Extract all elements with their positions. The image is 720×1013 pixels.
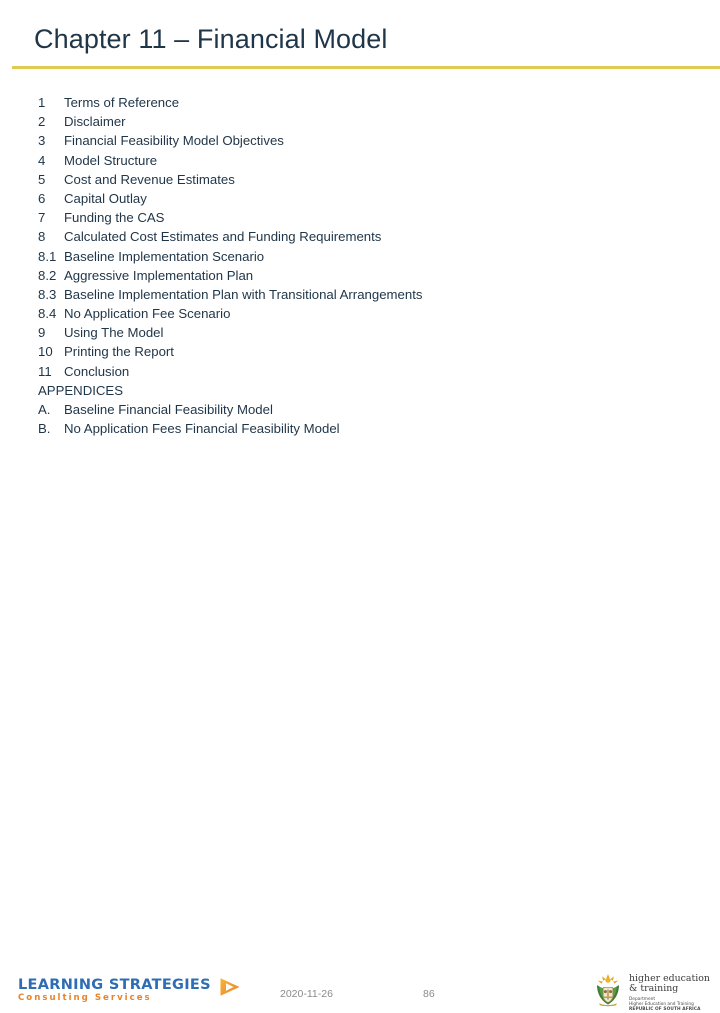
learning-strategies-name: LEARNING STRATEGIES	[18, 977, 211, 993]
contents-row: 6 Capital Outlay	[38, 189, 696, 208]
contents-row-number: 10	[38, 344, 53, 360]
contents-row: 3 Financial Feasibility Model Objectives	[38, 131, 696, 150]
dhet-logo: higher education & training Department H…	[593, 972, 710, 1013]
contents-row-number: 5	[38, 171, 46, 187]
learning-strategies-logo: LEARNING STRATEGIES Consulting Services	[18, 978, 242, 1004]
contents-row-number: 3	[38, 133, 46, 149]
contents-list: 1 Terms of Reference 2 Disclaimer 3 Financial…	[38, 93, 696, 438]
contents-row-number: B.	[38, 421, 51, 437]
contents-row-number: 4	[38, 152, 46, 168]
contents-row: 8.4 No Application Fee Scenario	[38, 304, 696, 323]
contents-row-number: 9	[38, 325, 46, 341]
contents-row-number: A.	[38, 402, 51, 417]
dhet-subtitle-line3: REPUBLIC OF SOUTH AFRICA	[629, 1007, 701, 1013]
contents-row-number: 7	[38, 210, 46, 226]
contents-row-label: Financial Feasibility Model Objectives	[64, 133, 284, 149]
contents-row-number: 8.3	[38, 286, 57, 302]
contents-row-label: Baseline Financial Feasibility Model	[64, 402, 273, 417]
contents-row: 7 Funding the CAS	[38, 208, 696, 227]
dhet-title-line1: higher education	[629, 973, 710, 984]
contents-row-number: 11	[38, 363, 52, 379]
learning-strategies-logo-text: LEARNING STRATEGIES Consulting Services	[18, 978, 211, 1004]
contents-row: 10 Printing the Report	[38, 342, 696, 361]
contents-row-number: 6	[38, 190, 46, 206]
title-divider	[12, 66, 720, 69]
footer-date: 2020-11-26	[280, 988, 333, 1000]
page-title: Chapter 11 – Financial Model	[34, 24, 388, 54]
contents-row-label: Conclusion	[64, 363, 130, 379]
slide-footer: LEARNING STRATEGIES Consulting Services	[0, 480, 720, 1013]
contents-row-number: 8	[38, 229, 46, 245]
contents-row-label: Capital Outlay	[64, 190, 147, 206]
contents-row-label: Terms of Reference	[64, 95, 180, 110]
contents-row-number: 1	[38, 95, 46, 110]
contents-row: 8.3 Baseline Implementation Plan with Tra…	[38, 285, 696, 304]
contents-row-label: Disclaimer	[64, 114, 126, 130]
contents-row-number: 8.4	[38, 306, 57, 322]
contents-row: APPENDICES	[38, 381, 696, 400]
dhet-subtitle: Department Higher Education and Training…	[629, 997, 710, 1013]
dhet-logo-text: higher education & training Department H…	[629, 972, 710, 1013]
slide: Chapter 11 – Financial Model 1 Terms of R…	[0, 0, 720, 1013]
contents-row-label: No Application Fee Scenario	[64, 306, 231, 322]
contents-row: B. No Application Fees Financial Feasibil…	[38, 419, 696, 438]
contents-row: A. Baseline Financial Feasibility Model	[38, 400, 696, 419]
contents-row-label: Calculated Cost Estimates and Funding Re…	[64, 229, 382, 245]
contents-row-label: Using The Model	[64, 325, 164, 341]
contents-row: 4 Model Structure	[38, 151, 696, 170]
contents-row: 11 Conclusion	[38, 362, 696, 381]
contents-row-label: Baseline Implementation Scenario	[64, 248, 265, 264]
contents-row-number: 8.1	[38, 248, 57, 264]
south-africa-coat-of-arms-icon	[593, 973, 623, 1012]
orange-triangle-play-icon	[218, 975, 242, 1004]
contents-row-label: Printing the Report	[64, 344, 174, 360]
title-block: Chapter 11 – Financial Model	[34, 22, 690, 56]
contents-row: 8.2 Aggressive Implementation Plan	[38, 266, 696, 285]
contents-row-label: Funding the CAS	[64, 210, 165, 226]
contents-row: 2 Disclaimer	[38, 112, 696, 131]
contents-row-label: Aggressive Implementation Plan	[64, 267, 254, 283]
contents-row-label: Model Structure	[64, 152, 158, 168]
contents-row-number: 2	[38, 114, 46, 130]
contents-row: 8.1 Baseline Implementation Scenario	[38, 247, 696, 266]
learning-strategies-tagline: Consulting Services	[18, 993, 152, 1003]
contents-row: 9 Using The Model	[38, 323, 696, 342]
dhet-title-line2: & training	[629, 983, 679, 994]
contents-row-label: No Application Fees Financial Feasibilit…	[64, 421, 340, 437]
contents-row: 5 Cost and Revenue Estimates	[38, 170, 696, 189]
contents-row: 1 Terms of Reference	[38, 93, 696, 112]
contents-row-label: APPENDICES	[38, 382, 124, 398]
footer-page-number: 86	[423, 988, 435, 1000]
contents-row-number: 8.2	[38, 267, 57, 283]
contents-row-label: Cost and Revenue Estimates	[64, 171, 235, 187]
contents-row-label: Baseline Implementation Plan with Transi…	[64, 286, 423, 302]
contents-row: 8 Calculated Cost Estimates and Funding R…	[38, 227, 696, 246]
